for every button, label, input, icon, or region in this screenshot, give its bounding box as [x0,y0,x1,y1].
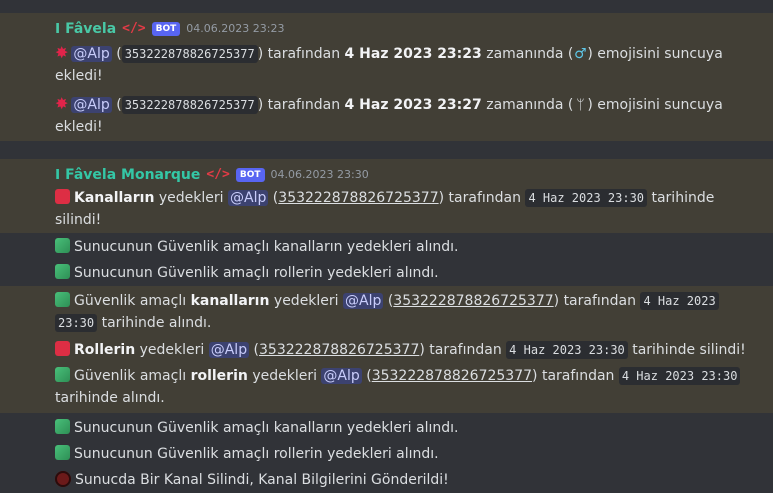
user-id: 353222878826725377 [278,190,439,206]
timestamp: 04.06.2023 23:23 [186,22,285,35]
text: Güvenlik amaçlı [74,368,187,384]
date: 4 Haz 2023 23:23 [344,46,482,62]
username[interactable]: ⵏ Fâvela [55,18,116,40]
green-square-icon [55,367,70,382]
demon-icon [55,471,71,487]
user-mention[interactable]: @Alp [228,190,269,206]
text: Sunucunun Güvenlik amaçlı rollerin yedek… [74,265,439,281]
bold-text: Rollerin [74,342,136,358]
date: 4 Haz 2023 [640,292,719,310]
user-id: 353222878826725377 [371,368,533,384]
message-line: Sunucda Bir Kanal Silindi, Kanal Bilgile… [0,467,773,493]
text: zamanında ( [486,97,574,113]
message-group-favela: ⵏ Fâvela </> BOT 04.06.2023 23:23 ✸ @Alp … [0,13,773,141]
date: 4 Haz 2023 23:30 [506,341,628,359]
text: Sunucunun Güvenlik amaçlı kanalların yed… [74,239,459,255]
text: tarafından [563,293,636,309]
text: yedekleri [273,293,339,309]
time: 23:30 [55,314,98,332]
user-mention[interactable]: @Alp [208,342,250,358]
bot-badge: BOT [235,168,265,182]
user-mention[interactable]: @Alp [71,46,112,62]
text: Sunucunun Güvenlik amaçlı kanalların yed… [74,420,459,436]
text: Sunucunun Güvenlik amaçlı rollerin yedek… [74,446,439,462]
message-line: Rollerin yedekleri @Alp (353222878826725… [0,337,773,363]
text: ekledi! [55,119,103,135]
message-line: Güvenlik amaçlı kanalların yedekleri @Al… [0,286,773,337]
message-line: ✸ @Alp (353222878826725377) tarafından 4 … [55,43,723,84]
user-id: 353222878826725377 [121,45,258,63]
message-line: Güvenlik amaçlı rollerin yedekleri @Alp … [0,363,773,413]
text: Sunucda Bir Kanal Silindi, Kanal Bilgile… [75,472,449,488]
bold-text: Kanalların [74,190,155,206]
user-id: 353222878826725377 [259,342,420,358]
red-square-icon [55,189,70,204]
green-square-icon [55,238,70,253]
text: tarihinde silindi! [632,342,746,358]
text: tarihinde alındı. [55,390,165,406]
user-mention[interactable]: @Alp [321,368,362,384]
message-line: Kanalların yedekleri @Alp (3532228788267… [55,189,715,228]
message-header: ⵏ Fâvela </> BOT 04.06.2023 23:23 [55,15,763,41]
text: tarafından [429,342,502,358]
user-id: 353222878826725377 [121,96,258,114]
text: yedekleri [139,342,205,358]
green-square-icon [55,264,70,279]
text: ) emojisini suncuya [587,97,723,113]
text: tarafından [541,368,615,384]
bot-badge: BOT [151,22,181,36]
text: ) emojisini suncuya [587,46,723,62]
user-mention[interactable]: @Alp [343,293,384,309]
red-square-icon [55,341,70,356]
green-square-icon [55,419,70,434]
text: zamanında ( [486,46,574,62]
text: ekledi! [55,68,103,84]
message-line: Sunucunun Güvenlik amaçlı rollerin yedek… [0,260,773,286]
date: 4 Haz 2023 23:27 [344,97,482,113]
timestamp: 04.06.2023 23:30 [270,168,369,181]
username[interactable]: ⵏ Fâvela Monarque [55,164,200,186]
bold-text: rollerin [190,368,248,384]
message-line: Sunucunun Güvenlik amaçlı rollerin yedek… [0,441,773,467]
text: yedekleri [252,368,317,384]
text: silindi! [55,212,102,228]
message-line: Sunucunun Güvenlik amaçlı kanalların yed… [0,233,773,260]
text: tarihinde [651,190,715,206]
emoji: ᛘ [576,97,585,113]
message-line: Sunucunun Güvenlik amaçlı kanalların yed… [0,413,773,441]
date: 4 Haz 2023 23:30 [618,367,741,385]
emoji: ♂ [574,46,587,62]
text: yedekleri [158,190,224,206]
sparkle-icon: ✸ [55,94,69,113]
text: Güvenlik amaçlı [74,293,187,309]
text: ) tarafından [257,97,341,113]
bold-text: kanalların [190,293,270,309]
message-group-favela-monarque: ⵏ Fâvela Monarque </> BOT 04.06.2023 23:… [0,159,773,493]
message-line: ✸ @Alp (353222878826725377) tarafından 4 … [0,90,773,141]
code-icon: </> [122,21,146,36]
date: 4 Haz 2023 23:30 [525,189,648,207]
message-header: ⵏ Fâvela Monarque </> BOT 04.06.2023 23:… [55,161,763,187]
sparkle-icon: ✸ [55,43,69,62]
text: tarafından [448,190,521,206]
text: ) tarafından [257,46,341,62]
text: tarihinde alındı. [101,315,212,331]
green-square-icon [55,445,70,460]
green-square-icon [55,292,70,307]
code-icon: </> [206,167,230,182]
user-mention[interactable]: @Alp [71,97,112,113]
user-id: 353222878826725377 [393,293,554,309]
